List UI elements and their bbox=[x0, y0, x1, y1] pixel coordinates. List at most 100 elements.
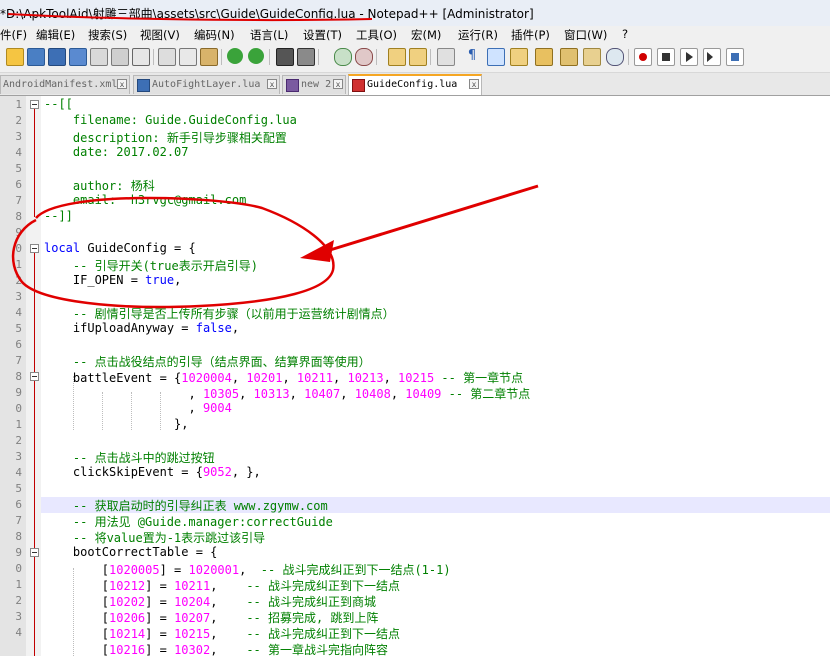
code-token: , bbox=[239, 563, 261, 577]
tab-autofightlayer[interactable]: AutoFightLayer.lua x bbox=[133, 75, 280, 94]
line-number: 2 bbox=[15, 274, 22, 287]
code-token: , bbox=[231, 371, 247, 385]
redo-icon[interactable] bbox=[248, 48, 264, 64]
save-icon[interactable] bbox=[48, 48, 66, 66]
menu-settings[interactable]: 设置(T) bbox=[303, 27, 342, 43]
code-token: 10213 bbox=[347, 371, 384, 385]
tab-close-icon[interactable]: x bbox=[117, 79, 127, 89]
find-icon[interactable] bbox=[276, 48, 294, 66]
menu-language[interactable]: 语言(L) bbox=[250, 27, 288, 43]
code-token: [ bbox=[44, 611, 110, 625]
code-line: author: 杨科 bbox=[44, 177, 155, 194]
sync-v-icon[interactable] bbox=[388, 48, 406, 66]
fold-toggle-icon[interactable] bbox=[30, 244, 39, 253]
doc-map-icon[interactable] bbox=[535, 48, 553, 66]
open-icon[interactable] bbox=[27, 48, 45, 66]
play-multi-icon[interactable] bbox=[703, 48, 721, 66]
code-token: 9052 bbox=[202, 465, 232, 479]
undo-icon[interactable] bbox=[227, 48, 243, 64]
func-list-icon[interactable] bbox=[560, 48, 578, 66]
menu-view[interactable]: 视图(V) bbox=[140, 27, 180, 43]
code-token: 10202 bbox=[109, 595, 146, 609]
menu-edit[interactable]: 编辑(E) bbox=[36, 27, 75, 43]
folder-icon[interactable] bbox=[583, 48, 601, 66]
print-icon[interactable] bbox=[132, 48, 150, 66]
code-token: , bbox=[44, 387, 203, 401]
code-editor[interactable]: --[[ filename: Guide.GuideConfig.lua des… bbox=[0, 96, 830, 657]
code-token: ] = bbox=[145, 627, 175, 641]
wrap-icon[interactable] bbox=[437, 48, 455, 66]
indent-guide-icon[interactable] bbox=[487, 48, 505, 66]
code-token: 10408 bbox=[354, 387, 391, 401]
replace-icon[interactable] bbox=[297, 48, 315, 66]
code-token: 10201 bbox=[246, 371, 283, 385]
code-line: , 9004 bbox=[44, 401, 231, 415]
toolbar-separator bbox=[269, 49, 270, 65]
copy-icon[interactable] bbox=[179, 48, 197, 66]
code-line: IF_OPEN = true, bbox=[44, 273, 181, 287]
menu-search[interactable]: 搜索(S) bbox=[88, 27, 127, 43]
close-all-icon[interactable] bbox=[111, 48, 129, 66]
code-token: local bbox=[44, 241, 81, 255]
zoom-in-icon[interactable] bbox=[334, 48, 352, 66]
record-icon[interactable] bbox=[634, 48, 652, 66]
tab-close-icon[interactable]: x bbox=[267, 79, 277, 89]
menu-macro[interactable]: 宏(M) bbox=[411, 27, 441, 43]
line-number: 3 bbox=[15, 130, 22, 143]
stop-icon[interactable] bbox=[657, 48, 675, 66]
close-icon[interactable] bbox=[90, 48, 108, 66]
unsaved-icon bbox=[286, 79, 299, 92]
monitor-icon[interactable] bbox=[606, 48, 624, 66]
fold-toggle-icon[interactable] bbox=[30, 372, 39, 381]
code-token: bootCorrectTable = { bbox=[44, 545, 218, 559]
new-file-icon[interactable] bbox=[6, 48, 24, 66]
code-line: filename: Guide.GuideConfig.lua bbox=[44, 113, 297, 127]
sync-h-icon[interactable] bbox=[409, 48, 427, 66]
code-token: 10211 bbox=[296, 371, 334, 385]
line-number: 2 bbox=[15, 594, 22, 607]
code-token: , bbox=[390, 387, 406, 401]
toolbar-separator bbox=[628, 49, 629, 65]
menu-file[interactable]: 件(F) bbox=[0, 27, 27, 43]
menu-encoding[interactable]: 编码(N) bbox=[194, 27, 235, 43]
save-state-icon bbox=[137, 79, 150, 92]
line-number: 4 bbox=[15, 466, 22, 479]
save-all-icon[interactable] bbox=[69, 48, 87, 66]
paste-icon[interactable] bbox=[200, 48, 218, 66]
code-line: [1020005] = 1020001, -- 战斗完成纠正到下一结点(1-1) bbox=[44, 561, 451, 578]
code-token: , bbox=[231, 321, 240, 335]
tab-new-2[interactable]: new 2 x bbox=[282, 75, 346, 94]
code-line: email: h3rvgc@gmail.com bbox=[44, 193, 246, 207]
menu-tools[interactable]: 工具(O) bbox=[356, 27, 397, 43]
save-macro-icon[interactable] bbox=[726, 48, 744, 66]
tab-bar: AndroidManifest.xml x AutoFightLayer.lua… bbox=[0, 73, 830, 96]
code-line: ifUploadAnyway = false, bbox=[44, 321, 239, 335]
code-token: IF_OPEN = bbox=[44, 273, 146, 287]
fold-toggle-icon[interactable] bbox=[30, 100, 39, 109]
code-token: , bbox=[174, 273, 182, 287]
tab-androidmanifest[interactable]: AndroidManifest.xml x bbox=[0, 75, 130, 94]
fold-range-line bbox=[34, 109, 35, 217]
zoom-out-icon[interactable] bbox=[355, 48, 373, 66]
title-bar: *D:\ApkToolAid\射雕三部曲\assets\src\Guide\Gu… bbox=[0, 0, 830, 27]
udl-icon[interactable] bbox=[510, 48, 528, 66]
play-icon[interactable] bbox=[680, 48, 698, 66]
code-token: , bbox=[289, 387, 305, 401]
code-token: 10313 bbox=[253, 387, 290, 401]
menu-window[interactable]: 窗口(W) bbox=[564, 27, 607, 43]
line-number: 4 bbox=[15, 626, 22, 639]
code-token: ] = bbox=[159, 563, 189, 577]
code-token: author: 杨科 bbox=[44, 179, 155, 193]
all-chars-icon[interactable]: ¶ bbox=[464, 48, 480, 64]
tab-close-icon[interactable]: x bbox=[469, 79, 479, 89]
menu-help[interactable]: ? bbox=[622, 27, 628, 41]
tab-close-icon[interactable]: x bbox=[333, 79, 343, 89]
tab-guideconfig[interactable]: GuideConfig.lua x bbox=[348, 74, 482, 95]
line-number: 0 bbox=[15, 402, 22, 415]
cut-icon[interactable] bbox=[158, 48, 176, 66]
menu-run[interactable]: 运行(R) bbox=[458, 27, 498, 43]
menu-plugins[interactable]: 插件(P) bbox=[511, 27, 550, 43]
code-token: ] = bbox=[145, 643, 175, 657]
fold-toggle-icon[interactable] bbox=[30, 548, 39, 557]
code-token: clickSkipEvent = { bbox=[44, 465, 203, 479]
